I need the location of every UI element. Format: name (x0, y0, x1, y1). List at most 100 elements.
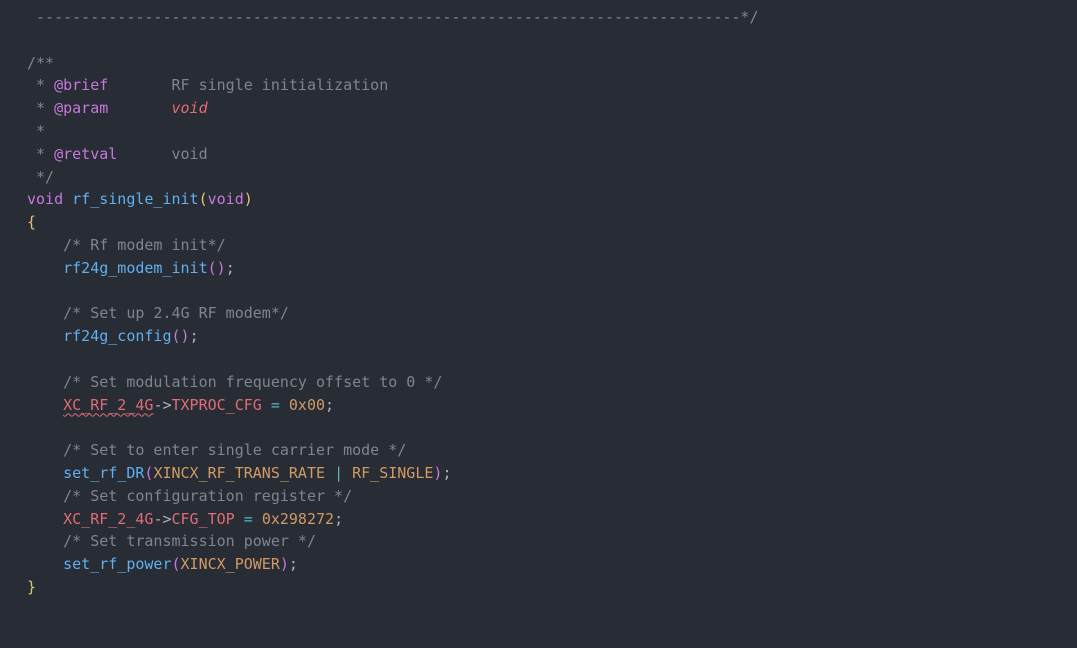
code-line[interactable]: set_rf_power(XINCX_POWER); (27, 553, 759, 576)
code-token-comment: /* Rf modem init*/ (63, 235, 226, 254)
code-token-tag: @brief (54, 76, 109, 95)
code-line[interactable] (27, 29, 759, 52)
code-token-punc (27, 327, 63, 345)
code-token-comment: /** (27, 53, 55, 72)
code-line[interactable]: * @retval void (27, 143, 759, 166)
code-token-comment: /* Set configuration register */ (63, 486, 353, 505)
code-token-comment: * (27, 121, 46, 140)
code-line[interactable]: rf24g_modem_init(); (27, 257, 759, 280)
code-token-const: RF_SINGLE (352, 463, 434, 482)
code-token-tag: @retval (54, 144, 118, 163)
code-token-comment: /* Set to enter single carrier mode */ (63, 441, 407, 460)
code-token-punc: ; (325, 395, 335, 414)
code-token-punc: ; (189, 327, 199, 346)
code-token-brace: } (27, 577, 37, 596)
code-token-punc (27, 236, 63, 254)
code-token-punc: ; (225, 258, 235, 277)
code-line[interactable]: * @brief RF single initialization (27, 74, 759, 97)
code-token-punc: ; (288, 555, 298, 574)
code-line[interactable]: } (27, 576, 759, 599)
code-token-func: rf24g_config (63, 327, 172, 346)
code-token-tag: @param (54, 99, 109, 118)
code-token-op: = (243, 509, 253, 528)
code-token-punc (27, 441, 63, 459)
code-token-italic-param: void (171, 99, 208, 118)
code-token-comment: RF single initialization (108, 76, 389, 95)
code-line[interactable]: /* Rf modem init*/ (27, 234, 759, 257)
code-line[interactable]: { (27, 211, 759, 234)
code-token-comment: * (27, 76, 55, 95)
code-token-func: set_rf_power (63, 555, 172, 574)
code-line[interactable]: set_rf_DR(XINCX_RF_TRANS_RATE | RF_SINGL… (27, 462, 759, 485)
code-token-punc (235, 510, 244, 528)
code-token-brace: { (27, 213, 37, 232)
code-token-punc: -> (153, 395, 172, 414)
code-token-punc (27, 555, 63, 573)
code-token-const: XINCX_POWER (180, 555, 280, 574)
code-token-comment: /* Set modulation frequency offset to 0 … (63, 372, 443, 391)
code-line[interactable]: /* Set up 2.4G RF modem*/ (27, 302, 759, 325)
code-token-comment (108, 99, 171, 117)
code-editor[interactable]: ----------------------------------------… (0, 0, 1077, 648)
code-token-punc (27, 396, 63, 414)
code-token-punc (325, 464, 334, 482)
code-token-comment: * (27, 99, 55, 118)
code-line[interactable]: void rf_single_init(void) (27, 188, 759, 211)
code-token-op: = (270, 395, 280, 414)
code-token-comment: void (117, 144, 208, 163)
code-token-punc (280, 396, 289, 414)
code-token-const: XINCX_RF_TRANS_RATE (153, 463, 326, 482)
code-line[interactable]: /* Set transmission power */ (27, 530, 759, 553)
code-token-var: TXPROC_CFG (171, 395, 262, 414)
code-token-punc: ; (442, 463, 452, 482)
code-token-punc (27, 510, 63, 528)
code-token-num: 0x00 (288, 395, 326, 414)
code-token-punc (27, 259, 63, 277)
code-line[interactable]: * (27, 120, 759, 143)
code-line[interactable]: /* Set configuration register */ (27, 485, 759, 508)
code-token-type: void (27, 190, 64, 209)
code-token-punc (27, 532, 63, 550)
code-token-punc (27, 487, 63, 505)
code-line[interactable]: ----------------------------------------… (27, 6, 758, 29)
code-token-paren-b: ) (279, 555, 289, 574)
code-token-paren-a: ( (198, 190, 208, 209)
code-token-comment: * (27, 144, 55, 163)
code-token-comment: */ (27, 167, 55, 186)
code-token-num: 0x298272 (261, 509, 335, 528)
code-token-var: XC_RF_2_4G (63, 395, 154, 414)
code-token-paren-b: () (171, 327, 190, 346)
code-token-func: rf24g_modem_init (63, 258, 208, 277)
code-token-punc (27, 464, 63, 482)
code-line[interactable] (27, 416, 759, 439)
code-line[interactable]: XC_RF_2_4G->CFG_TOP = 0x298272; (27, 508, 759, 531)
code-line[interactable]: XC_RF_2_4G->TXPROC_CFG = 0x00; (27, 394, 759, 417)
code-token-punc (27, 373, 63, 391)
code-token-paren-a: ) (243, 190, 253, 209)
code-line[interactable]: /* Set to enter single carrier mode */ (27, 439, 759, 462)
code-token-punc (63, 190, 72, 208)
code-line[interactable] (27, 348, 759, 371)
code-token-punc (343, 464, 352, 482)
code-token-var: CFG_TOP (171, 509, 235, 528)
code-line[interactable]: */ (27, 166, 759, 189)
code-token-punc: ; (334, 509, 344, 528)
code-token-punc (262, 396, 271, 414)
code-token-func: set_rf_DR (63, 463, 145, 482)
code-token-type: void (207, 190, 244, 209)
code-token-punc (253, 510, 262, 528)
code-line[interactable] (27, 280, 759, 303)
code-line[interactable]: rf24g_config(); (27, 325, 759, 348)
code-token-comment: /* Set up 2.4G RF modem*/ (63, 304, 289, 323)
code-block[interactable]: ----------------------------------------… (27, 6, 759, 599)
code-token-var: XC_RF_2_4G (63, 509, 154, 528)
code-token-punc (27, 304, 63, 322)
code-token-comment: /* Set transmission power */ (63, 532, 316, 551)
code-token-func: rf_single_init (72, 190, 199, 209)
code-line[interactable]: * @param void (27, 97, 759, 120)
code-token-punc: -> (153, 509, 172, 528)
code-line[interactable]: /** (27, 52, 759, 75)
code-line[interactable]: /* Set modulation frequency offset to 0 … (27, 371, 759, 394)
code-token-op: | (334, 463, 344, 482)
code-token-paren-b: () (207, 258, 226, 277)
